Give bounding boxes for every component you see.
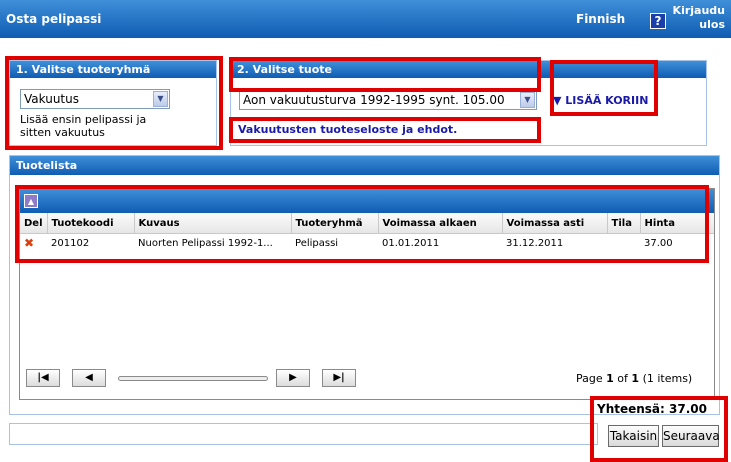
highlight-box-product-select <box>229 57 541 92</box>
pager-page-count: 1 <box>631 372 640 385</box>
highlight-box-actions <box>590 396 728 462</box>
page-slider[interactable] <box>118 376 268 381</box>
pager-page-prefix: Page <box>576 372 603 385</box>
highlight-box-terms-link <box>229 117 541 143</box>
bottom-bar <box>9 423 598 445</box>
next-page-button[interactable]: ▶ <box>276 369 310 387</box>
first-page-button[interactable]: |◀ <box>26 369 60 387</box>
question-icon[interactable]: ? <box>650 13 666 29</box>
pager-status: Page 1 of 1 (1 items) <box>576 372 692 385</box>
pager-of-label: of <box>617 372 628 385</box>
language-link[interactable]: Finnish <box>576 12 625 26</box>
logout-link[interactable]: Kirjaudu ulos <box>668 4 725 32</box>
highlight-box-group <box>5 56 223 150</box>
pager-controls: |◀ ◀ ▶ ▶| <box>26 369 356 387</box>
last-page-button[interactable]: ▶| <box>322 369 356 387</box>
top-bar: Osta pelipassi Finnish ? Kirjaudu ulos <box>0 0 731 38</box>
product-select[interactable]: Aon vakuutusturva 1992-1995 synt. 105.00… <box>239 90 537 110</box>
highlight-box-add-to-cart <box>550 60 658 116</box>
pager-page: 1 <box>606 372 614 385</box>
prev-page-button[interactable]: ◀ <box>72 369 106 387</box>
chevron-down-icon[interactable]: ▼ <box>520 92 535 108</box>
pager-items: (1 items) <box>642 372 693 385</box>
highlight-box-grid <box>15 185 709 263</box>
product-list-title: Tuotelista <box>10 156 719 175</box>
product-select-value: Aon vakuutusturva 1992-1995 synt. 105.00 <box>243 93 505 107</box>
page-title: Osta pelipassi <box>6 12 102 26</box>
